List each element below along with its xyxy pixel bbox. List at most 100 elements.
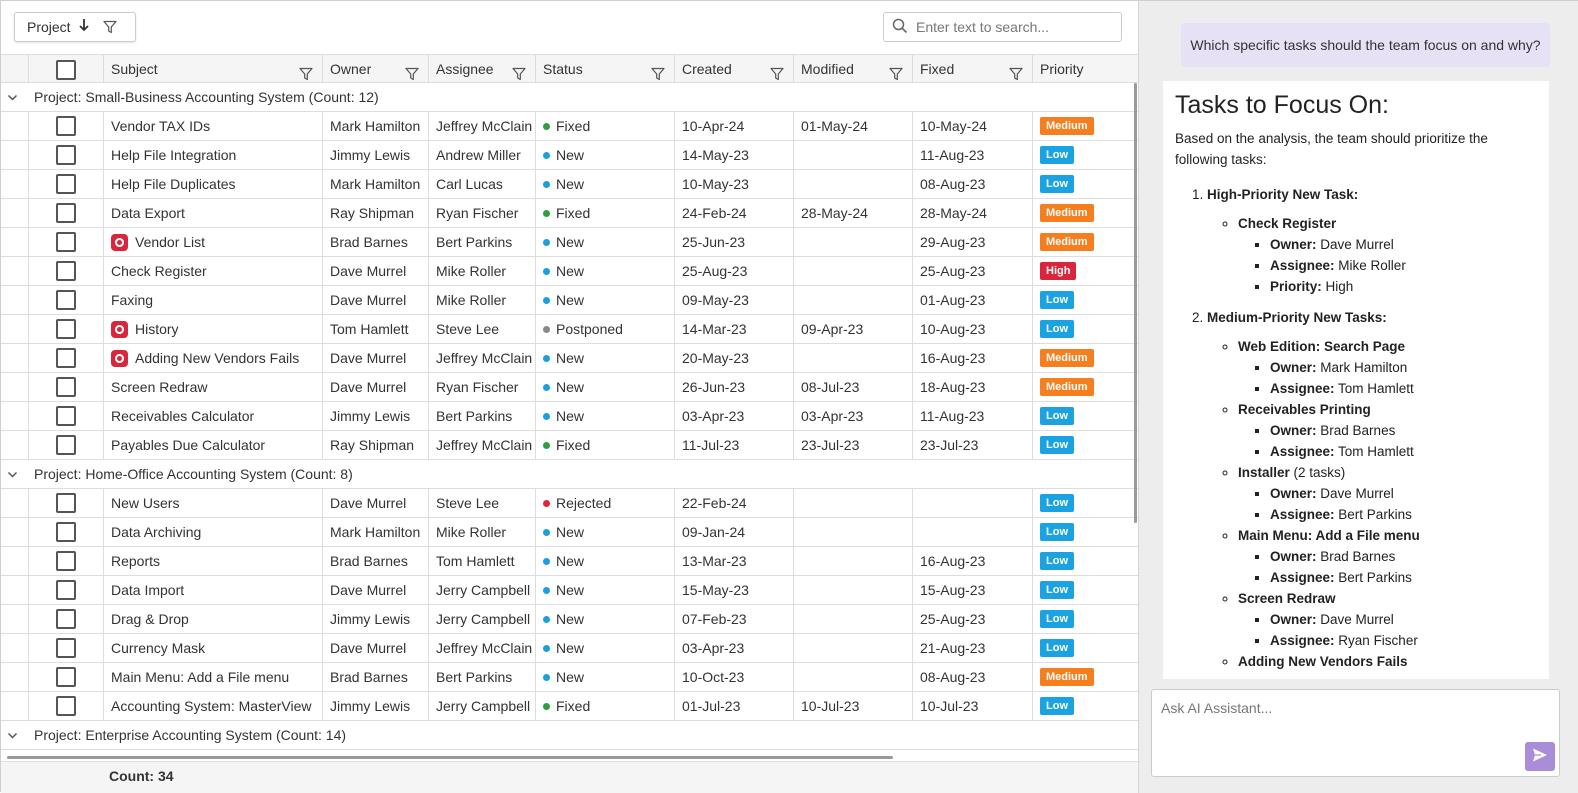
row-select-cell[interactable] <box>28 576 103 604</box>
row-select-cell[interactable] <box>28 431 103 459</box>
table-row[interactable]: Help File Duplicates Mark Hamilton Carl Lu… <box>1 170 1138 199</box>
table-row[interactable]: Receivables Calculator Jimmy Lewis Bert Pa… <box>1 402 1138 431</box>
table-row[interactable]: Drag & Drop Jimmy Lewis Jerry Campbell New 0… <box>1 605 1138 634</box>
fixed-text: 21-Aug-23 <box>920 640 986 656</box>
row-select-cell[interactable] <box>28 634 103 662</box>
row-select-cell[interactable] <box>28 489 103 517</box>
row-select-cell[interactable] <box>28 112 103 140</box>
table-row[interactable]: History Tom Hamlett Steve Lee Postponed 14-M… <box>1 315 1138 344</box>
section-heading: High-Priority New Task: <box>1207 187 1359 202</box>
row-checkbox[interactable] <box>56 261 76 282</box>
row-select-cell[interactable] <box>28 228 103 256</box>
table-row[interactable]: Main Menu: Add a File menu Brad Barnes Ber… <box>1 663 1138 692</box>
row-checkbox[interactable] <box>56 377 76 398</box>
column-header-created[interactable]: Created <box>674 55 793 83</box>
expand-spacer <box>1 576 28 604</box>
row-select-cell[interactable] <box>28 315 103 343</box>
cell-created: 13-Mar-23 <box>674 547 793 575</box>
table-row[interactable]: Check Register Dave Murrel Mike Roller New 2… <box>1 257 1138 286</box>
search-input[interactable] <box>914 18 1114 36</box>
row-select-cell[interactable] <box>28 605 103 633</box>
row-checkbox[interactable] <box>56 551 76 572</box>
row-checkbox[interactable] <box>56 522 76 543</box>
row-checkbox[interactable] <box>56 406 76 427</box>
group-row[interactable]: Project: Home-Office Accounting System (… <box>1 460 1138 489</box>
row-checkbox[interactable] <box>56 493 76 514</box>
row-checkbox[interactable] <box>56 435 76 456</box>
send-button[interactable] <box>1525 742 1555 771</box>
table-row[interactable]: Vendor List Brad Barnes Bert Parkins New 25-… <box>1 228 1138 257</box>
select-all-checkbox[interactable] <box>56 60 76 81</box>
detail-value: Dave Murrel <box>1320 237 1394 252</box>
horizontal-scrollbar[interactable] <box>7 756 893 759</box>
row-select-cell[interactable] <box>28 141 103 169</box>
chevron-down-icon[interactable] <box>7 83 18 112</box>
arrow-down-icon[interactable] <box>78 18 89 36</box>
table-row[interactable]: Reports Brad Barnes Tom Hamlett New 13-Mar-2… <box>1 547 1138 576</box>
task-note: (2 tasks) <box>1289 465 1346 480</box>
row-select-cell[interactable] <box>28 344 103 372</box>
vertical-scrollbar[interactable] <box>1134 83 1137 523</box>
table-row[interactable]: Screen Redraw Dave Murrel Ryan Fischer New 2… <box>1 373 1138 402</box>
group-row[interactable]: Project: Enterprise Accounting System (C… <box>1 721 1138 750</box>
column-header-status[interactable]: Status <box>535 55 674 83</box>
group-by-project-chip[interactable]: Project <box>14 12 136 42</box>
row-select-cell[interactable] <box>28 547 103 575</box>
row-select-cell[interactable] <box>28 170 103 198</box>
row-checkbox[interactable] <box>56 580 76 601</box>
row-select-cell[interactable] <box>28 663 103 691</box>
table-row[interactable]: New Users Dave Murrel Steve Lee Rejected 22-… <box>1 489 1138 518</box>
response-scrollbar[interactable] <box>1560 81 1563 679</box>
row-select-cell[interactable] <box>28 257 103 285</box>
table-row[interactable]: Faxing Dave Murrel Mike Roller New 09-May-23… <box>1 286 1138 315</box>
row-checkbox[interactable] <box>56 348 76 369</box>
task-item: Installer (2 tasks)Owner: Dave MurrelAss… <box>1238 462 1537 525</box>
table-row[interactable]: Vendor TAX IDs Mark Hamilton Jeffrey McCla… <box>1 112 1138 141</box>
column-header-assignee[interactable]: Assignee <box>428 55 535 83</box>
row-checkbox[interactable] <box>56 174 76 195</box>
ask-ai-input[interactable] <box>1159 698 1539 738</box>
row-checkbox[interactable] <box>56 203 76 224</box>
table-row[interactable]: Data Import Dave Murrel Jerry Campbell New 1… <box>1 576 1138 605</box>
column-header-modified[interactable]: Modified <box>793 55 912 83</box>
chevron-down-icon[interactable] <box>7 460 18 489</box>
chevron-down-icon[interactable] <box>7 721 18 750</box>
table-row[interactable]: Payables Due Calculator Ray Shipman Jeffre… <box>1 431 1138 460</box>
cell-created: 10-Oct-23 <box>674 663 793 691</box>
table-row[interactable]: Adding New Vendors Fails Dave Murrel Jeffr… <box>1 344 1138 373</box>
row-select-cell[interactable] <box>28 518 103 546</box>
row-select-cell[interactable] <box>28 402 103 430</box>
cell-assignee: Ryan Fischer <box>428 199 535 227</box>
table-row[interactable]: Data Export Ray Shipman Ryan Fischer Fixed 2… <box>1 199 1138 228</box>
row-checkbox[interactable] <box>56 696 76 717</box>
ask-ai-box[interactable] <box>1151 689 1560 777</box>
cell-status: New <box>535 402 674 430</box>
column-header-subject[interactable]: Subject <box>103 55 322 83</box>
status-text: New <box>556 379 585 395</box>
row-checkbox[interactable] <box>56 609 76 630</box>
row-select-cell[interactable] <box>28 373 103 401</box>
table-row[interactable]: Accounting System: MasterView Jimmy Lewis… <box>1 692 1138 721</box>
row-checkbox[interactable] <box>56 319 76 340</box>
subject-text: Vendor TAX IDs <box>111 118 211 134</box>
group-row[interactable]: Project: Small-Business Accounting Syste… <box>1 83 1138 112</box>
column-header-owner[interactable]: Owner <box>322 55 428 83</box>
filter-icon[interactable] <box>102 20 117 34</box>
column-header-fixed[interactable]: Fixed <box>912 55 1032 83</box>
table-row[interactable]: Currency Mask Dave Murrel Jeffrey McClain N… <box>1 634 1138 663</box>
column-header-priority[interactable]: Priority <box>1032 55 1138 83</box>
header-select-all[interactable] <box>28 55 103 83</box>
status-text: Fixed <box>556 437 591 453</box>
row-checkbox[interactable] <box>56 145 76 166</box>
row-checkbox[interactable] <box>56 290 76 311</box>
row-checkbox[interactable] <box>56 638 76 659</box>
row-checkbox[interactable] <box>56 232 76 253</box>
row-select-cell[interactable] <box>28 692 103 720</box>
search-box[interactable] <box>883 12 1122 42</box>
table-row[interactable]: Help File Integration Jimmy Lewis Andrew M… <box>1 141 1138 170</box>
row-select-cell[interactable] <box>28 286 103 314</box>
row-select-cell[interactable] <box>28 199 103 227</box>
row-checkbox[interactable] <box>56 667 76 688</box>
row-checkbox[interactable] <box>56 116 76 137</box>
table-row[interactable]: Data Archiving Mark Hamilton Mike Roller Ne… <box>1 518 1138 547</box>
